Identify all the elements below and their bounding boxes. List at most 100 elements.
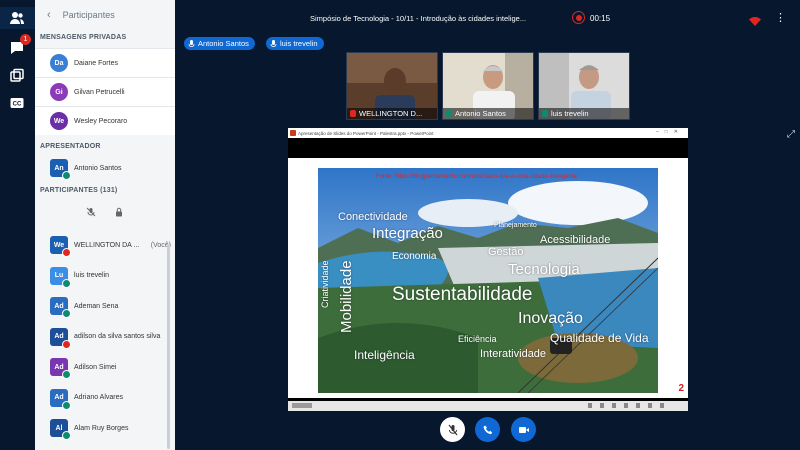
- webcam-tile[interactable]: Antonio Santos: [442, 52, 534, 120]
- svg-text:CC: CC: [13, 102, 22, 108]
- avatar: Ad: [50, 327, 71, 349]
- captions-icon[interactable]: CC: [6, 93, 28, 113]
- mic-status-icon: [62, 278, 71, 288]
- window-titlebar: Apresentação de Slides do PowerPoint - P…: [288, 128, 688, 138]
- lock-icon[interactable]: [114, 207, 124, 217]
- users-icon[interactable]: [6, 8, 28, 28]
- phone-icon: [483, 425, 492, 434]
- mic-off-icon: [350, 110, 356, 117]
- status-icons: [588, 403, 668, 408]
- slide-word: Eficiência: [458, 334, 497, 344]
- private-message-item[interactable]: Gi Gilvan Petrucelli: [35, 77, 175, 106]
- audio-button[interactable]: [475, 417, 500, 442]
- slide-word: Mobilidade: [338, 260, 355, 333]
- mic-status-icon: [62, 400, 71, 410]
- avatar: An: [50, 159, 71, 180]
- mic-icon: [542, 110, 548, 117]
- slide-source: Fonte: https://blogpensamento.com/notici…: [376, 174, 578, 180]
- slide-word: Conectividade: [338, 211, 408, 223]
- mic-status-icon: [62, 309, 71, 319]
- slide-word: Interatividade: [480, 348, 547, 360]
- participant-item[interactable]: Ad Adriano Alvares: [35, 383, 175, 414]
- private-messages-title: MENSAGENS PRIVADAS: [40, 34, 127, 41]
- chevron-left-icon[interactable]: ‹: [47, 9, 51, 21]
- slide-word: Inteligência: [354, 348, 415, 362]
- screen-share[interactable]: Apresentação de Slides do PowerPoint - P…: [288, 128, 688, 411]
- powerpoint-status-bar: [288, 401, 688, 411]
- presenter-name: Antonio Santos: [74, 164, 122, 172]
- status-text: [292, 403, 312, 408]
- mic-status-icon: [62, 431, 71, 441]
- participant-name: WELLINGTON DA ...: [74, 241, 140, 249]
- mic-status-icon: [62, 248, 71, 258]
- participant-item[interactable]: We WELLINGTON DA ... (Você): [35, 230, 175, 261]
- fullscreen-icon[interactable]: ⤢: [787, 129, 795, 140]
- webcam-label: Antonio Santos: [443, 108, 533, 119]
- participant-item[interactable]: Ad Ademan Sena: [35, 291, 175, 322]
- participants-panel: ‹ Participantes MENSAGENS PRIVADAS Da Dai…: [35, 0, 175, 450]
- slide-word: Inovação: [518, 310, 583, 327]
- private-message-name: Gilvan Petrucelli: [74, 88, 125, 96]
- main-area: Simpósio de Tecnologia - 10/11 - Introdu…: [175, 0, 800, 450]
- participants-list: We WELLINGTON DA ... (Você) Lu luis trevelin…: [35, 230, 175, 444]
- slide-word: Integração: [372, 225, 443, 242]
- participant-item[interactable]: Lu luis trevelin: [35, 261, 175, 292]
- slide-photo: Fonte: https://blogpensamento.com/notici…: [318, 168, 658, 393]
- avatar: Da: [50, 54, 68, 72]
- powerpoint-icon: [290, 130, 296, 136]
- record-icon[interactable]: [572, 11, 585, 24]
- mute-button[interactable]: [440, 417, 465, 442]
- participant-name: luis trevelin: [74, 272, 110, 280]
- participant-name: Alam Ruy Borges: [74, 424, 129, 432]
- participant-name: adilson da silva santos silva: [74, 333, 161, 341]
- webcam-tile[interactable]: WELLINGTON D...: [346, 52, 438, 120]
- mic-status-icon: [62, 370, 71, 380]
- slide-word: Criatividade: [320, 260, 330, 308]
- meeting-title: Simpósio de Tecnologia - 10/11 - Introdu…: [310, 14, 527, 23]
- mic-icon: [270, 39, 277, 47]
- talking-indicator: luis trevelin: [266, 37, 324, 50]
- meeting-timer: 00:15: [590, 14, 611, 23]
- presenter-row[interactable]: An Antonio Santos: [35, 155, 175, 181]
- avatar: Ad: [50, 388, 71, 410]
- slide-word: Acessibilidade: [540, 234, 611, 246]
- avatar: Ad: [50, 297, 71, 319]
- video-button[interactable]: [511, 417, 536, 442]
- mic-off-icon: [448, 424, 457, 435]
- mic-icon: [446, 110, 452, 117]
- participant-item[interactable]: Ad Adilson Simei: [35, 352, 175, 383]
- slide: Fonte: https://blogpensamento.com/notici…: [288, 158, 688, 398]
- participant-item[interactable]: Ad adilson da silva santos silva: [35, 322, 175, 353]
- slide-word: Qualidade de Vida: [550, 331, 649, 345]
- participant-item[interactable]: Al Alam Ruy Borges: [35, 413, 175, 444]
- talking-indicator: Antonio Santos: [184, 37, 255, 50]
- webcam-tile[interactable]: luis trevelin: [538, 52, 630, 120]
- slide-word: Tecnologia: [508, 261, 580, 278]
- webcam-label: WELLINGTON D...: [347, 108, 437, 119]
- mute-all-icon[interactable]: [86, 207, 96, 217]
- slide-word: Gestão: [488, 246, 524, 258]
- avatar: Al: [50, 419, 71, 441]
- notes-icon[interactable]: [6, 66, 28, 86]
- window-controls: –□✕: [656, 129, 684, 135]
- avatar: Lu: [50, 266, 71, 288]
- panel-title: Participantes: [62, 10, 115, 20]
- avatar: Gi: [50, 83, 68, 101]
- participant-name: Ademan Sena: [74, 302, 119, 310]
- private-message-item[interactable]: We Wesley Pecoraro: [35, 106, 175, 135]
- nav-rail: 1 CC: [0, 0, 35, 450]
- presenter-title: APRESENTADOR: [40, 143, 101, 150]
- private-message-item[interactable]: Da Daiane Fortes: [35, 48, 175, 77]
- participant-tools: [35, 198, 175, 226]
- chat-notification-badge: 1: [20, 34, 31, 45]
- camera-icon: [518, 426, 529, 433]
- slide-word: Economia: [392, 251, 437, 262]
- avatar: Ad: [50, 358, 71, 380]
- private-message-name: Wesley Pecoraro: [74, 117, 128, 125]
- private-message-name: Daiane Fortes: [74, 59, 118, 67]
- more-options-icon[interactable]: ⋮: [775, 11, 786, 24]
- slide-page-number: 2: [678, 383, 684, 394]
- avatar: We: [50, 236, 71, 258]
- participants-scrollbar[interactable]: [167, 244, 170, 449]
- connection-status-icon[interactable]: [749, 13, 761, 31]
